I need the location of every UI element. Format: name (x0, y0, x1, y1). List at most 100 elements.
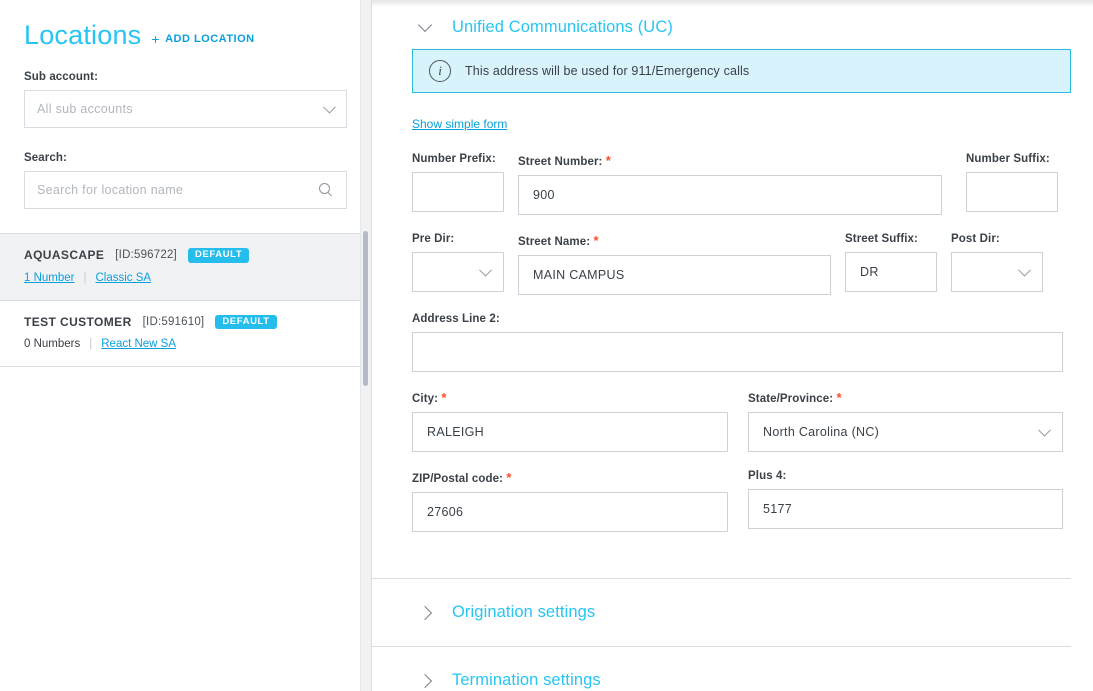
address-row-2: Pre Dir: Street Name: * MAIN CAMPUS Stre… (412, 233, 1071, 295)
address-row-3: Address Line 2: (412, 313, 1071, 372)
uc-section-title: Unified Communications (UC) (452, 18, 673, 36)
required-marker: * (593, 233, 599, 248)
info-icon: i (429, 60, 451, 82)
street-number-group: Street Number: * 900 (518, 153, 942, 215)
street-suffix-value: DR (860, 265, 879, 279)
required-marker: * (605, 153, 611, 168)
state-province-label: State/Province: * (748, 390, 842, 405)
city-label: City: * (412, 390, 447, 405)
show-simple-form-link[interactable]: Show simple form (412, 117, 507, 131)
address-line-2-group: Address Line 2: (412, 313, 1063, 372)
chevron-down-icon (323, 100, 336, 114)
emergency-info-banner: i This address will be used for 911/Emer… (412, 49, 1071, 93)
address-line-2-label: Address Line 2: (412, 313, 500, 325)
street-name-value: MAIN CAMPUS (533, 268, 625, 282)
number-prefix-group: Number Prefix: (412, 153, 504, 215)
address-line-2-input[interactable] (412, 332, 1063, 372)
street-number-value: 900 (533, 188, 555, 202)
termination-section-header[interactable]: Termination settings (412, 647, 1071, 691)
post-dir-label: Post Dir: (951, 233, 1000, 245)
required-marker: * (506, 470, 512, 485)
zip-input[interactable]: 27606 (412, 492, 728, 532)
city-value: RALEIGH (427, 425, 484, 439)
chevron-down-icon (1038, 423, 1051, 437)
main-panel: Unified Communications (UC) i This addre… (372, 0, 1093, 691)
number-suffix-group: Number Suffix: (966, 153, 1058, 215)
chevron-down-icon (1018, 263, 1031, 277)
status-badge: DEFAULT (187, 248, 250, 263)
page-title: Locations (24, 20, 142, 50)
app-root: Locations + ADD LOCATION Sub account: Al… (0, 0, 1093, 691)
uc-section: Unified Communications (UC) (372, 0, 1093, 49)
state-province-select[interactable]: North Carolina (NC) (748, 412, 1063, 452)
sidebar-scrollbar[interactable] (360, 0, 371, 691)
number-suffix-input[interactable] (966, 172, 1058, 212)
required-marker: * (836, 390, 842, 405)
add-location-button[interactable]: + ADD LOCATION (151, 31, 254, 47)
sidebar-title-row: Locations + ADD LOCATION (24, 22, 347, 49)
street-name-group: Street Name: * MAIN CAMPUS (518, 233, 831, 295)
street-number-label: Street Number: * (518, 153, 611, 168)
location-id: [ID:591610] (142, 315, 205, 328)
sidebar-scrollbar-thumb[interactable] (363, 231, 368, 386)
state-province-group: State/Province: * North Carolina (NC) (748, 390, 1063, 452)
location-id: [ID:596722] (115, 249, 177, 262)
termination-section: Termination settings (372, 647, 1093, 691)
street-number-input[interactable]: 900 (518, 175, 942, 215)
location-subrow: 1 Number | Classic SA (24, 272, 347, 284)
uc-section-header[interactable]: Unified Communications (UC) (412, 0, 1071, 49)
list-item[interactable]: TEST CUSTOMER [ID:591610] DEFAULT 0 Numb… (0, 301, 371, 367)
number-prefix-input[interactable] (412, 172, 504, 212)
city-group: City: * RALEIGH (412, 390, 728, 452)
chevron-right-icon[interactable] (417, 605, 433, 620)
state-province-value: North Carolina (NC) (763, 425, 880, 439)
location-action-link[interactable]: React New SA (101, 338, 176, 350)
post-dir-select[interactable] (951, 252, 1043, 292)
separator: | (89, 338, 93, 350)
separator: | (83, 271, 87, 284)
pre-dir-group: Pre Dir: (412, 233, 504, 295)
address-row-4: City: * RALEIGH State/Province: * North … (412, 390, 1071, 452)
address-row-5: ZIP/Postal code: * 27606 Plus 4: 5177 (412, 470, 1071, 532)
location-numbers-link[interactable]: 1 Number (24, 272, 75, 284)
street-suffix-input[interactable]: DR (845, 252, 937, 292)
chevron-down-icon (479, 263, 492, 277)
location-header: AQUASCAPE [ID:596722] DEFAULT (24, 248, 347, 263)
zip-label: ZIP/Postal code: * (412, 470, 512, 485)
list-item[interactable]: AQUASCAPE [ID:596722] DEFAULT 1 Number |… (0, 234, 371, 301)
zip-value: 27606 (427, 505, 464, 519)
plus4-group: Plus 4: 5177 (748, 470, 1063, 532)
city-input[interactable]: RALEIGH (412, 412, 728, 452)
search-label: Search: (24, 152, 67, 164)
pre-dir-select[interactable] (412, 252, 504, 292)
required-marker: * (441, 390, 447, 405)
add-location-label: ADD LOCATION (165, 33, 255, 45)
origination-section: Origination settings (372, 579, 1093, 646)
search-input[interactable]: Search for location name (37, 183, 183, 197)
plus-icon: + (151, 31, 161, 47)
search-icon[interactable] (319, 183, 333, 197)
sidebar-header: Locations + ADD LOCATION Sub account: Al… (0, 0, 371, 209)
number-suffix-label: Number Suffix: (966, 153, 1050, 165)
street-name-label: Street Name: * (518, 233, 599, 248)
origination-section-header[interactable]: Origination settings (412, 579, 1071, 646)
plus4-input[interactable]: 5177 (748, 489, 1063, 529)
street-name-input[interactable]: MAIN CAMPUS (518, 255, 831, 295)
address-row-1: Number Prefix: Street Number: * 900 Numb… (412, 153, 1071, 215)
location-subrow: 0 Numbers | React New SA (24, 338, 347, 350)
plus4-value: 5177 (763, 502, 793, 516)
location-name: TEST CUSTOMER (24, 314, 132, 329)
sub-account-select[interactable]: All sub accounts (24, 90, 347, 128)
location-action-link[interactable]: Classic SA (96, 272, 152, 284)
post-dir-group: Post Dir: (951, 233, 1043, 295)
chevron-down-icon[interactable] (417, 17, 433, 32)
location-name: AQUASCAPE (24, 248, 105, 263)
pre-dir-label: Pre Dir: (412, 233, 455, 245)
street-suffix-group: Street Suffix: DR (845, 233, 937, 295)
uc-section-body: i This address will be used for 911/Emer… (372, 49, 1093, 556)
search-input-wrap[interactable]: Search for location name (24, 171, 347, 209)
street-suffix-label: Street Suffix: (845, 233, 918, 245)
origination-section-title: Origination settings (452, 603, 596, 621)
chevron-right-icon[interactable] (417, 673, 433, 688)
number-prefix-label: Number Prefix: (412, 153, 496, 165)
